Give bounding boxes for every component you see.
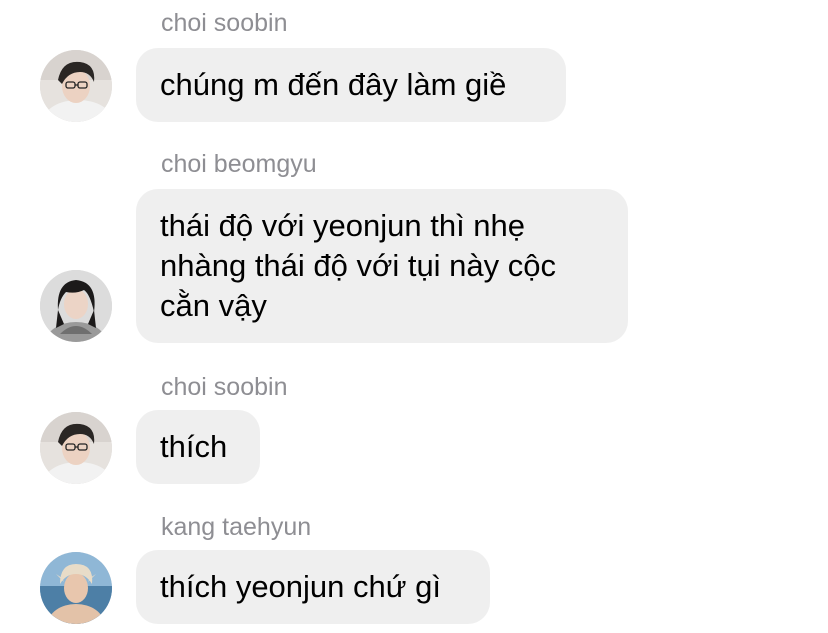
message-bubble[interactable]: thích [136, 410, 260, 484]
avatar-beomgyu-icon[interactable] [40, 270, 112, 342]
message-text: thích [160, 429, 228, 464]
message-text: chúng m đến đây làm giề [160, 67, 507, 102]
sender-name: choi soobin [161, 9, 288, 37]
avatar-taehyun-icon[interactable] [40, 552, 112, 624]
sender-name: kang taehyun [161, 513, 312, 541]
message-text: thích yeonjun chứ gì [160, 569, 441, 604]
sender-name: choi beomgyu [161, 150, 317, 178]
message-text-line: cằn vậy [160, 288, 267, 323]
avatar-soobin-icon[interactable] [40, 412, 112, 484]
message-bubble[interactable]: thích yeonjun chứ gì [136, 550, 490, 624]
sender-name: choi soobin [161, 373, 288, 401]
message-bubble[interactable]: thái độ với yeonjun thì nhẹ nhàng thái đ… [136, 189, 628, 343]
message-text-line: thái độ với yeonjun thì nhẹ [160, 208, 526, 243]
message-bubble[interactable]: chúng m đến đây làm giề [136, 48, 566, 122]
avatar-soobin-icon[interactable] [40, 50, 112, 122]
message-text-line: nhàng thái độ với tụi này cộc [160, 248, 557, 283]
